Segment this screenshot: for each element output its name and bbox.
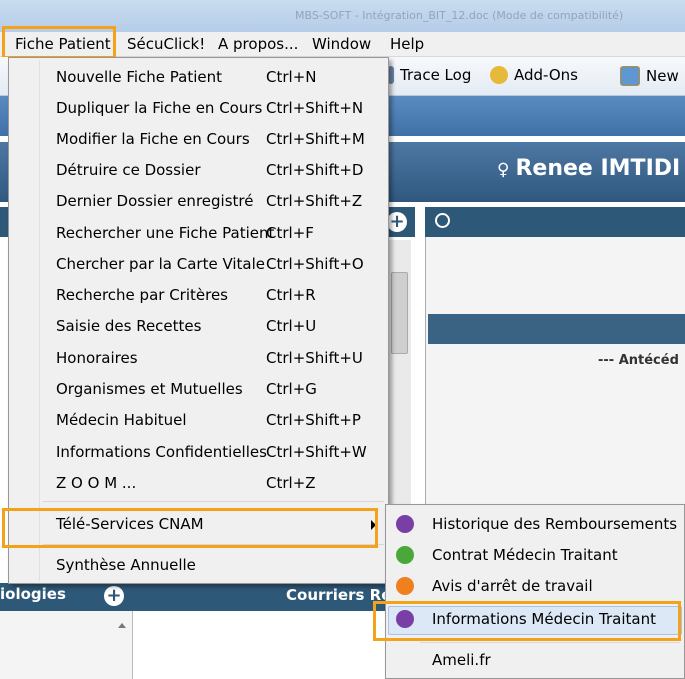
submenu-item-contrat[interactable]: Contrat Médecin Traitant (432, 546, 618, 564)
bottom-left-panel (0, 611, 133, 679)
shortcut: Ctrl+Shift+Z (266, 192, 363, 210)
shortcut: Ctrl+R (266, 286, 316, 304)
patient-name: Renee IMTIDI (515, 156, 681, 181)
menu-gutter (39, 60, 40, 581)
bottom-mid-panel (136, 611, 396, 679)
highlight-frame-fiche-patient (2, 26, 116, 59)
menu-separator (43, 501, 384, 502)
menu-item-medecin-habituel[interactable]: Médecin Habituel (56, 411, 187, 429)
menu-item-zoom[interactable]: Z O O M ... (56, 474, 136, 492)
menu-item-honoraires[interactable]: Honoraires (56, 349, 138, 367)
add-icon[interactable]: + (104, 586, 124, 606)
tele-services-submenu: Historique des Remboursements Contrat Mé… (385, 504, 685, 679)
shortcut: Ctrl+U (266, 317, 317, 335)
shortcut: Ctrl+Shift+N (266, 99, 364, 117)
menu-secuclick[interactable]: SécuClick! (122, 35, 210, 53)
menu-item-nouvelle-fiche[interactable]: Nouvelle Fiche Patient (56, 68, 222, 86)
patient-name-row: ♀ Renee IMTIDI (497, 156, 680, 181)
menu-item-dupliquer[interactable]: Dupliquer la Fiche en Cours (56, 99, 262, 117)
menu-item-organismes[interactable]: Organismes et Mutuelles (56, 380, 243, 398)
menu-item-infos-confidentielles[interactable]: Informations Confidentielles (56, 443, 267, 461)
fiche-patient-menu: Nouvelle Fiche Patient Ctrl+N Dupliquer … (8, 57, 389, 584)
shortcut: Ctrl+N (266, 68, 317, 86)
right-panel-band (428, 314, 685, 344)
scrollbar-thumb[interactable] (391, 272, 408, 354)
menu-window[interactable]: Window (307, 35, 376, 53)
shortcut: Ctrl+Shift+W (266, 443, 367, 461)
menu-item-saisie-recettes[interactable]: Saisie des Recettes (56, 317, 201, 335)
female-symbol-icon: ♀ (497, 160, 510, 180)
shortcut: Ctrl+Shift+M (266, 130, 365, 148)
shortcut: Ctrl+F (266, 224, 314, 242)
new-label: New (646, 67, 679, 85)
menu-item-recherche-criteres[interactable]: Recherche par Critères (56, 286, 228, 304)
contrat-icon (396, 546, 414, 564)
new-button[interactable]: New (620, 66, 679, 86)
add-ons-label: Add-Ons (514, 66, 578, 84)
submenu-item-historique[interactable]: Historique des Remboursements (432, 515, 677, 533)
menu-separator (420, 642, 680, 643)
shortcut: Ctrl+Shift+O (266, 255, 364, 273)
shortcut: Ctrl+Shift+U (266, 349, 363, 367)
menu-a-propos[interactable]: A propos... (213, 35, 303, 53)
menu-item-synthese[interactable]: Synthèse Annuelle (56, 556, 196, 574)
scroll-up-icon[interactable] (118, 623, 126, 628)
history-icon[interactable] (435, 213, 450, 228)
submenu-item-arret-travail[interactable]: Avis d'arrêt de travail (432, 577, 593, 595)
new-icon (620, 66, 640, 86)
bottom-left-label: iologies (0, 585, 66, 603)
shortcut: Ctrl+Shift+D (266, 161, 364, 179)
menu-item-rechercher-fiche[interactable]: Rechercher une Fiche Patient (56, 224, 274, 242)
shortcut: Ctrl+Z (266, 474, 316, 492)
trace-log-button[interactable]: Trace Log (388, 66, 471, 84)
menu-item-dernier-dossier[interactable]: Dernier Dossier enregistré (56, 192, 253, 210)
historique-icon (396, 515, 414, 533)
shortcut: Ctrl+Shift+P (266, 411, 361, 429)
antecedents-label: --- Antécéd (598, 353, 679, 368)
add-ons-icon (490, 66, 508, 84)
highlight-frame-info-medecin (373, 601, 681, 641)
trace-log-label: Trace Log (400, 66, 472, 84)
window-title: MBS-SOFT - Intégration_BIT_12.doc (Mode … (295, 9, 624, 22)
menu-item-detruire[interactable]: Détruire ce Dossier (56, 161, 201, 179)
shortcut: Ctrl+G (266, 380, 317, 398)
right-panel-header (425, 207, 685, 237)
highlight-frame-tele-services (2, 508, 378, 548)
menu-item-carte-vitale[interactable]: Chercher par la Carte Vitale (56, 255, 265, 273)
menu-item-modifier[interactable]: Modifier la Fiche en Cours (56, 130, 250, 148)
menu-help[interactable]: Help (385, 35, 429, 53)
arret-travail-icon (396, 577, 414, 595)
add-ons-button[interactable]: Add-Ons (490, 66, 578, 84)
add-icon[interactable]: + (387, 212, 407, 232)
submenu-item-ameli[interactable]: Ameli.fr (432, 651, 491, 669)
